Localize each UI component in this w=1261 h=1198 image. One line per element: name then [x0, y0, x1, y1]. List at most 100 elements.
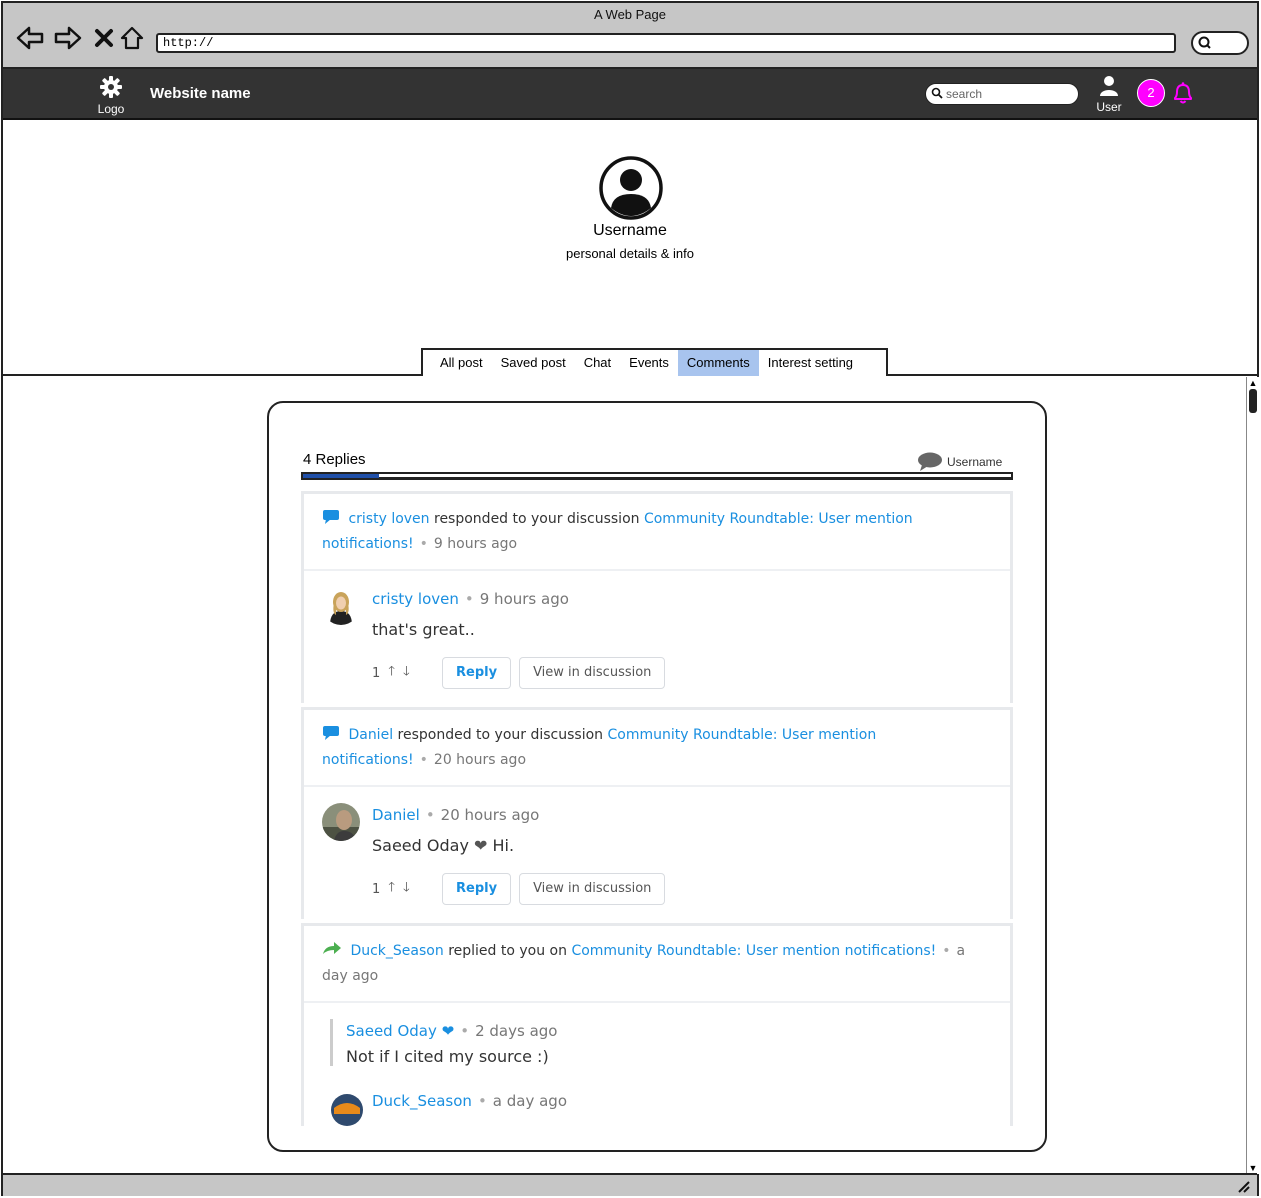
- view-in-discussion-button[interactable]: View in discussion: [519, 657, 666, 689]
- notification-topic-link[interactable]: Community Roundtable: User mention notif…: [571, 943, 936, 959]
- notification-topic-link[interactable]: Community Roundtable: User mention: [644, 511, 913, 527]
- logo[interactable]: Logo: [91, 75, 131, 116]
- site-header: Logo Website name search User 2: [3, 69, 1257, 120]
- separator-dot: •: [464, 590, 474, 608]
- separator-dot: •: [425, 806, 435, 824]
- reply-message: that's great..: [372, 620, 475, 639]
- scroll-down-icon[interactable]: ▼: [1248, 1163, 1258, 1173]
- vertical-scrollbar[interactable]: ▲ ▼: [1246, 377, 1259, 1174]
- notification-action: responded to your discussion: [434, 511, 640, 527]
- replies-user[interactable]: Username: [917, 452, 1002, 472]
- speech-bubble-icon: [918, 452, 942, 471]
- forward-arrow-icon[interactable]: [53, 23, 83, 53]
- tab-comments[interactable]: Comments: [677, 350, 759, 376]
- reply-message-text: Hi.: [492, 836, 515, 855]
- downvote-icon[interactable]: 🡓: [403, 878, 410, 900]
- quote-author-link[interactable]: Saeed Oday: [346, 1022, 437, 1040]
- separator-dot: •: [419, 536, 428, 552]
- browser-search-button[interactable]: [1191, 31, 1249, 55]
- bell-icon[interactable]: [1170, 80, 1196, 111]
- replies-count: 4 Replies: [303, 451, 366, 468]
- reply-time: 20 hours ago: [440, 806, 540, 824]
- search-placeholder: search: [946, 87, 983, 101]
- upvote-icon[interactable]: 🡑: [388, 662, 395, 684]
- upvote-icon[interactable]: 🡑: [388, 878, 395, 900]
- scrollbar-thumb[interactable]: [1249, 389, 1257, 413]
- notification-time-cont: day ago: [322, 968, 379, 984]
- separator-dot: •: [477, 1092, 487, 1110]
- tab-all-post[interactable]: All post: [423, 350, 492, 376]
- notification-item: Daniel responded to your discussion Comm…: [301, 707, 1013, 919]
- replies-progress-track: [301, 472, 1013, 480]
- notification-feed: cristy loven responded to your discussio…: [301, 491, 1013, 1130]
- tab-chat[interactable]: Chat: [575, 350, 620, 376]
- vote-count: 1: [372, 881, 381, 897]
- tab-events[interactable]: Events: [620, 350, 678, 376]
- reply-author-link[interactable]: Duck_Season: [372, 1092, 472, 1110]
- comment-icon: [323, 726, 339, 740]
- tab-saved-post[interactable]: Saved post: [492, 350, 575, 376]
- resize-grip-icon[interactable]: [1235, 1178, 1251, 1194]
- user-menu[interactable]: User: [1091, 75, 1127, 114]
- share-arrow-icon: [323, 942, 341, 954]
- notification-action: replied to you on: [448, 943, 567, 959]
- search-input[interactable]: search: [925, 83, 1079, 105]
- logo-label: Logo: [97, 102, 125, 116]
- notification-actor-link[interactable]: Duck_Season: [350, 943, 443, 959]
- replies-username: Username: [947, 455, 1003, 469]
- scroll-up-icon[interactable]: ▲: [1248, 378, 1258, 388]
- notification-topic-link-cont[interactable]: notifications!: [322, 752, 414, 768]
- heart-icon: ❤: [474, 836, 488, 855]
- reply-button[interactable]: Reply: [442, 657, 512, 689]
- notification-actor-link[interactable]: cristy loven: [348, 511, 429, 527]
- notification-header: cristy loven responded to your discussio…: [304, 494, 1010, 571]
- avatar[interactable]: [322, 803, 360, 841]
- notification-item: Duck_Season replied to you on Community …: [301, 923, 1013, 1128]
- reply-time: 9 hours ago: [479, 590, 569, 608]
- reply-actions: 1 🡑 🡓 Reply View in discussion: [372, 657, 992, 689]
- notification-topic-link[interactable]: Community Roundtable: User mention: [608, 727, 877, 743]
- status-bar: [3, 1173, 1257, 1196]
- notification-header: Duck_Season replied to you on Community …: [304, 926, 1010, 1003]
- url-input[interactable]: http://: [156, 33, 1176, 53]
- browser-window: A Web Page http:// Logo Website name sea…: [1, 1, 1259, 1196]
- back-arrow-icon[interactable]: [15, 23, 45, 53]
- quote-message: Not if I cited my source :): [346, 1047, 549, 1066]
- downvote-icon[interactable]: 🡓: [403, 662, 410, 684]
- profile-tabs: All post Saved post Chat Events Comments…: [421, 348, 888, 376]
- user-label: User: [1096, 100, 1122, 114]
- notification-time: 20 hours ago: [433, 752, 527, 768]
- close-icon[interactable]: [89, 23, 119, 53]
- avatar[interactable]: [322, 587, 360, 625]
- browser-toolbar: A Web Page http://: [3, 3, 1257, 69]
- reply-author-link[interactable]: cristy loven: [372, 590, 459, 608]
- site-name[interactable]: Website name: [150, 85, 251, 102]
- quote-time: 2 days ago: [475, 1022, 558, 1040]
- notification-count-badge[interactable]: 2: [1137, 79, 1165, 107]
- replies-progress-bar: [303, 474, 379, 478]
- heart-icon: ❤: [441, 1022, 455, 1040]
- notification-topic-link-cont[interactable]: notifications!: [322, 536, 414, 552]
- notification-time: a: [956, 943, 966, 959]
- separator-dot: •: [419, 752, 428, 768]
- vote-control: 1 🡑 🡓: [372, 878, 434, 900]
- reply-button[interactable]: Reply: [442, 873, 512, 905]
- notification-header: Daniel responded to your discussion Comm…: [304, 710, 1010, 787]
- notification-actor-link[interactable]: Daniel: [348, 727, 393, 743]
- reply-author-row: Duck_Season • a day ago: [322, 1090, 992, 1128]
- reply-item: Daniel • 20 hours ago Saeed Oday ❤ Hi. 1 🡑…: [304, 787, 1010, 919]
- reply-item: Saeed Oday ❤ • 2 days ago Not if I cited m…: [304, 1003, 1010, 1128]
- tab-interest-setting[interactable]: Interest setting: [759, 350, 862, 376]
- user-icon: [1100, 76, 1118, 96]
- reply-author-link[interactable]: Daniel: [372, 806, 420, 824]
- gear-icon: [100, 76, 122, 98]
- home-icon[interactable]: [117, 23, 147, 53]
- profile-avatar-icon: [599, 156, 663, 220]
- view-in-discussion-button[interactable]: View in discussion: [519, 873, 666, 905]
- mention-text: Saeed Oday: [372, 836, 469, 855]
- notification-action: responded to your discussion: [397, 727, 604, 743]
- reply-message: Saeed Oday ❤ Hi.: [372, 835, 992, 857]
- notification-item: cristy loven responded to your discussio…: [301, 491, 1013, 703]
- quoted-comment: Saeed Oday ❤ • 2 days ago Not if I cited m…: [330, 1019, 992, 1066]
- avatar[interactable]: [328, 1090, 366, 1128]
